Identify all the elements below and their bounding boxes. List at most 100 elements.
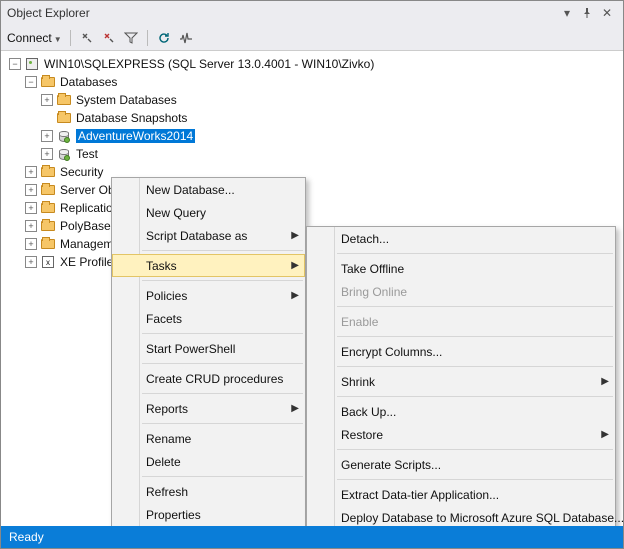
expand-icon[interactable]: + <box>41 94 53 106</box>
submenu-arrow-icon: ▶ <box>291 403 299 414</box>
menu-generate-scripts[interactable]: Generate Scripts... <box>307 453 615 476</box>
menu-reports[interactable]: Reports▶ <box>112 397 305 420</box>
replication-node[interactable]: + Replicatio <box>3 199 621 217</box>
menu-refresh[interactable]: Refresh <box>112 480 305 503</box>
menu-separator <box>142 363 303 364</box>
menu-separator <box>337 449 613 450</box>
menu-policies[interactable]: Policies▶ <box>112 284 305 307</box>
submenu-arrow-icon: ▶ <box>601 429 609 440</box>
system-databases-node[interactable]: + System Databases <box>3 91 621 109</box>
folder-icon <box>40 201 56 215</box>
refresh-icon[interactable] <box>156 30 172 46</box>
node-label: Replicatio <box>60 201 113 215</box>
expand-icon[interactable]: + <box>41 148 53 160</box>
expand-icon[interactable]: + <box>25 238 37 250</box>
menu-extract-data-tier[interactable]: Extract Data-tier Application... <box>307 483 615 506</box>
expand-icon[interactable]: + <box>41 130 53 142</box>
status-text: Ready <box>9 530 44 544</box>
tree-body: −WIN10\SQLEXPRESS (SQL Server 13.0.4001 … <box>1 51 623 526</box>
node-label: Test <box>76 147 98 161</box>
menu-separator <box>142 423 303 424</box>
node-label: PolyBase <box>60 219 111 233</box>
titlebar: Object Explorer ▾ ✕ <box>1 1 623 25</box>
menu-separator <box>337 253 613 254</box>
menu-rename[interactable]: Rename <box>112 427 305 450</box>
menu-separator <box>142 250 303 251</box>
node-label: XE Profile <box>60 255 113 269</box>
menu-separator <box>142 280 303 281</box>
node-label: Server Ob <box>60 183 115 197</box>
test-db-node[interactable]: + Test <box>3 145 621 163</box>
menu-shrink[interactable]: Shrink▶ <box>307 370 615 393</box>
menu-detach[interactable]: Detach... <box>307 227 615 250</box>
node-label: Security <box>60 165 103 179</box>
activity-icon[interactable] <box>178 30 194 46</box>
menu-take-offline[interactable]: Take Offline <box>307 257 615 280</box>
server-icon <box>24 57 40 71</box>
object-explorer-window: Object Explorer ▾ ✕ Connect▼ −WIN10\SQLE… <box>0 0 624 549</box>
adventureworks-node[interactable]: + AdventureWorks2014 <box>3 127 621 145</box>
menu-separator <box>142 333 303 334</box>
menu-separator <box>142 476 303 477</box>
node-label: Databases <box>60 75 117 89</box>
connect-button[interactable]: Connect▼ <box>7 31 62 45</box>
folder-icon <box>40 183 56 197</box>
folder-icon <box>56 93 72 107</box>
menu-new-query[interactable]: New Query <box>112 201 305 224</box>
databases-node[interactable]: − Databases <box>3 73 621 91</box>
collapse-icon[interactable]: − <box>9 58 21 70</box>
menu-create-crud[interactable]: Create CRUD procedures <box>112 367 305 390</box>
close-icon[interactable]: ✕ <box>597 4 617 22</box>
menu-deploy-azure[interactable]: Deploy Database to Microsoft Azure SQL D… <box>307 506 615 526</box>
snapshots-node[interactable]: Database Snapshots <box>3 109 621 127</box>
node-label: AdventureWorks2014 <box>76 129 195 143</box>
folder-icon <box>40 219 56 233</box>
node-label: WIN10\SQLEXPRESS (SQL Server 13.0.4001 -… <box>44 57 374 71</box>
collapse-icon[interactable]: − <box>25 76 37 88</box>
server-objects-node[interactable]: + Server Ob <box>3 181 621 199</box>
menu-separator <box>337 366 613 367</box>
xe-icon: x <box>40 255 56 269</box>
expand-icon[interactable]: + <box>25 184 37 196</box>
context-menu: New Database... New Query Script Databas… <box>111 177 306 526</box>
menu-start-powershell[interactable]: Start PowerShell <box>112 337 305 360</box>
security-node[interactable]: + Security <box>3 163 621 181</box>
menu-tasks[interactable]: Tasks▶ <box>112 254 305 277</box>
menu-encrypt-columns[interactable]: Encrypt Columns... <box>307 340 615 363</box>
expand-icon[interactable]: + <box>25 202 37 214</box>
menu-separator <box>142 393 303 394</box>
separator <box>147 30 148 46</box>
dropdown-position-icon[interactable]: ▾ <box>557 4 577 22</box>
menu-facets[interactable]: Facets <box>112 307 305 330</box>
menu-delete[interactable]: Delete <box>112 450 305 473</box>
database-icon <box>56 147 72 161</box>
menu-separator <box>337 336 613 337</box>
menu-bring-online: Bring Online <box>307 280 615 303</box>
menu-restore[interactable]: Restore▶ <box>307 423 615 446</box>
submenu-arrow-icon: ▶ <box>291 260 299 271</box>
menu-separator <box>337 306 613 307</box>
menu-enable: Enable <box>307 310 615 333</box>
folder-icon <box>56 111 72 125</box>
node-label: System Databases <box>76 93 177 107</box>
menu-separator <box>337 479 613 480</box>
server-node[interactable]: − WIN10\SQLEXPRESS (SQL Server 13.0.4001 … <box>3 55 621 73</box>
pin-icon[interactable] <box>577 4 597 22</box>
menu-separator <box>337 396 613 397</box>
filter-icon[interactable] <box>123 30 139 46</box>
expand-icon[interactable]: + <box>25 220 37 232</box>
node-label: Managem <box>60 237 113 251</box>
menu-script-database-as[interactable]: Script Database as▶ <box>112 224 305 247</box>
disconnect-icon[interactable] <box>101 30 117 46</box>
menu-back-up[interactable]: Back Up... <box>307 400 615 423</box>
statusbar: Ready <box>1 526 623 548</box>
submenu-arrow-icon: ▶ <box>291 290 299 301</box>
expand-icon[interactable]: + <box>25 166 37 178</box>
connect-icon[interactable] <box>79 30 95 46</box>
separator <box>70 30 71 46</box>
expand-icon[interactable]: + <box>25 256 37 268</box>
tasks-submenu: Detach... Take Offline Bring Online Enab… <box>306 226 616 526</box>
panel-title: Object Explorer <box>7 6 557 20</box>
menu-new-database[interactable]: New Database... <box>112 178 305 201</box>
menu-properties[interactable]: Properties <box>112 503 305 526</box>
